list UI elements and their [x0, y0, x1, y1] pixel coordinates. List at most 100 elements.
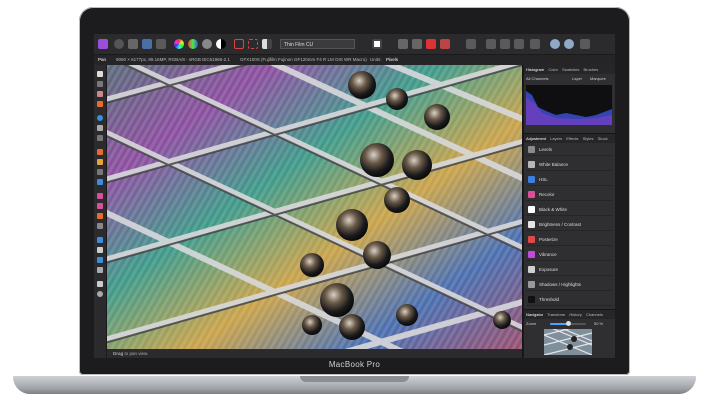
tab-navigator[interactable]: Navigator: [526, 312, 543, 317]
marquee-icon[interactable]: [234, 39, 244, 49]
adjustment-item-label: Posterize: [539, 237, 558, 242]
shape-tool-icon[interactable]: [97, 257, 103, 263]
move-tool-icon[interactable]: [97, 71, 103, 77]
adjustment-item[interactable]: Posterize: [526, 234, 612, 246]
adjustment-item-label: Brightness / Contrast: [539, 222, 582, 227]
marquee-tool-icon[interactable]: [97, 135, 103, 141]
tab-channels[interactable]: Channels: [586, 312, 603, 317]
develop-persona-icon[interactable]: [128, 39, 138, 49]
document-name-field[interactable]: Thin Film CU: [280, 39, 355, 49]
zoom-value[interactable]: 50 %: [594, 319, 603, 328]
erase-icon[interactable]: [440, 39, 450, 49]
paint-brush-tool-icon[interactable]: [97, 101, 103, 107]
pen-tool-icon[interactable]: [97, 237, 103, 243]
adjustment-item-label: White Balance: [539, 162, 569, 167]
histogram-tabs: Histogram Color Swatches Brushes: [524, 65, 615, 74]
align-icon[interactable]: [398, 39, 408, 49]
export-persona-icon[interactable]: [156, 39, 166, 49]
adjustment-item[interactable]: Vibrance: [526, 249, 612, 261]
snapping-icon[interactable]: [466, 39, 476, 49]
tab-histogram[interactable]: Histogram: [526, 67, 544, 72]
tab-transform[interactable]: Transform: [547, 312, 565, 317]
adjustment-swatch-icon: [528, 191, 535, 198]
tone-mapping-persona-icon[interactable]: [142, 39, 152, 49]
dodge-tool-icon[interactable]: [97, 193, 103, 199]
flood-fill-tool-icon[interactable]: [97, 169, 103, 175]
color-picker-tool-icon[interactable]: [97, 267, 103, 273]
adjustment-item-label: Levels: [539, 147, 553, 152]
view-tool-icon[interactable]: [97, 81, 103, 87]
adjustment-item[interactable]: Threshold: [526, 294, 612, 306]
zoom-slider[interactable]: [550, 321, 586, 326]
status-hint-bold: Drag: [113, 351, 124, 356]
grid-icon[interactable]: [500, 39, 510, 49]
layer-toggle[interactable]: Layer: [572, 76, 582, 81]
adjustment-swatch-icon: [528, 296, 535, 303]
zoom-slider-knob[interactable]: [565, 321, 571, 326]
clone-tool-icon[interactable]: [97, 203, 103, 209]
tab-layers[interactable]: Layers: [550, 136, 562, 141]
tab-adjustment[interactable]: Adjustment: [526, 136, 546, 141]
blur-tool-icon[interactable]: [97, 223, 103, 229]
white-balance-icon[interactable]: [202, 39, 212, 49]
gradient-tool-icon[interactable]: [97, 179, 103, 185]
navigator-tabs: Navigator Transform History Channels: [524, 310, 615, 319]
adjustment-item[interactable]: Levels: [526, 144, 612, 156]
tab-swatches[interactable]: Swatches: [562, 67, 579, 72]
tab-stock[interactable]: Stock: [598, 136, 608, 141]
units-select[interactable]: Pixels: [386, 55, 398, 65]
liquify-persona-icon[interactable]: [114, 39, 124, 49]
adjustment-item[interactable]: Exposure: [526, 264, 612, 276]
adjustment-swatch-icon: [528, 161, 535, 168]
pixel-tool-icon[interactable]: [97, 149, 103, 155]
brush-icon[interactable]: [426, 39, 436, 49]
marquee-toggle[interactable]: Marquee: [590, 76, 606, 81]
context-toolbar: Pan 9060 × 6177px, 89.16MP, RGBA/8 - sRG…: [94, 55, 615, 65]
hand-tool-icon[interactable]: [97, 281, 103, 287]
adjustment-item[interactable]: Recolor: [526, 189, 612, 201]
tab-brushes[interactable]: Brushes: [584, 67, 599, 72]
flood-select-tool-icon[interactable]: [97, 125, 103, 131]
guides-icon[interactable]: [486, 39, 496, 49]
adjustment-item[interactable]: White Balance: [526, 159, 612, 171]
adjustment-panel: Adjustment Layers Effects Styles Stock L…: [523, 134, 615, 309]
document-canvas[interactable]: [107, 65, 522, 349]
crop-tool-icon[interactable]: [97, 91, 103, 97]
rulers-icon[interactable]: [514, 39, 524, 49]
adjustment-item[interactable]: HSL: [526, 174, 612, 186]
selection-icon[interactable]: [248, 39, 258, 49]
tab-effects[interactable]: Effects: [566, 136, 578, 141]
healing-tool-icon[interactable]: [97, 213, 103, 219]
zoom-tool-icon[interactable]: [97, 291, 103, 297]
navigator-panel: Navigator Transform History Channels Zoo…: [523, 310, 615, 358]
arrange-icon[interactable]: [412, 39, 422, 49]
adjustment-item[interactable]: Brightness / Contrast: [526, 219, 612, 231]
tool-name-label: Pan: [98, 57, 107, 62]
tools-panel: [94, 65, 107, 358]
erase-brush-tool-icon[interactable]: [97, 159, 103, 165]
status-hint-text: to pan view.: [124, 351, 149, 356]
adjustment-item[interactable]: Black & White: [526, 204, 612, 216]
tab-styles[interactable]: Styles: [583, 136, 594, 141]
assistant-icon[interactable]: [550, 39, 560, 49]
black-white-icon[interactable]: [216, 39, 226, 49]
adjustment-item-label: HSL: [539, 177, 548, 182]
adjustment-item[interactable]: Shadows / Highlights: [526, 279, 612, 291]
levels-icon[interactable]: [188, 39, 198, 49]
navigator-thumbnail[interactable]: [544, 329, 592, 355]
channel-select[interactable]: All Channels: [526, 76, 548, 81]
color-wheel-icon[interactable]: [174, 39, 184, 49]
affinity-photo-logo-icon[interactable]: [98, 39, 108, 49]
zoom-label: Zoom: [526, 321, 537, 326]
view-mode-icon[interactable]: [530, 39, 540, 49]
adjustment-item-label: Vibrance: [539, 252, 557, 257]
studio-icon[interactable]: [564, 39, 574, 49]
selection-brush-tool-icon[interactable]: [97, 115, 103, 121]
text-tool-icon[interactable]: [97, 247, 103, 253]
tab-history[interactable]: History: [569, 312, 581, 317]
mask-icon[interactable]: [262, 39, 272, 49]
tab-color[interactable]: Color: [548, 67, 558, 72]
color-swatch-icon[interactable]: [372, 39, 382, 49]
main-toolbar: Thin Film CU: [94, 34, 615, 55]
share-icon[interactable]: [580, 39, 590, 49]
